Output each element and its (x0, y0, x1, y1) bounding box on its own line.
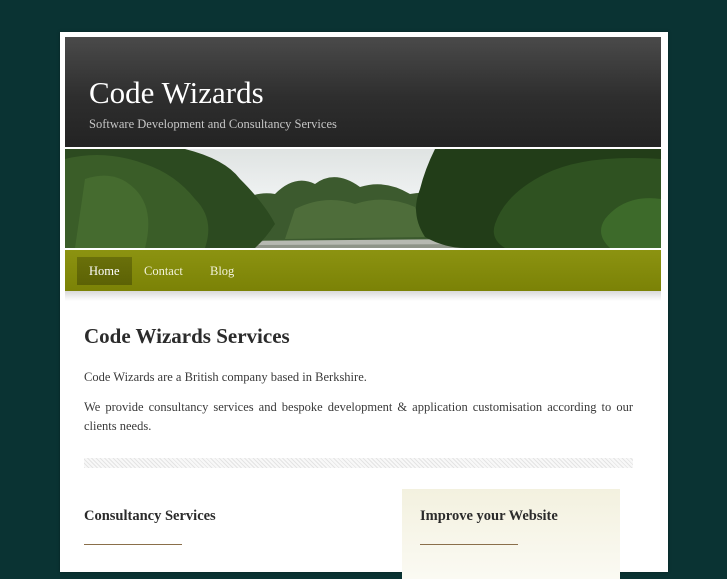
nav-item-blog[interactable]: Blog (210, 257, 234, 285)
site-header: Code Wizards Software Development and Co… (65, 37, 661, 147)
section-divider (84, 458, 633, 468)
nav-item-home[interactable]: Home (77, 257, 132, 285)
nav-shadow (65, 291, 661, 301)
consultancy-heading: Consultancy Services (84, 508, 216, 524)
page-title: Code Wizards Services (84, 324, 290, 348)
improve-website-heading: Improve your Website (420, 508, 558, 524)
nav-item-contact[interactable]: Contact (144, 257, 183, 285)
services-paragraph: We provide consultancy services and besp… (84, 400, 633, 433)
site-title[interactable]: Code Wizards (89, 77, 264, 108)
page-inner: Code Wizards Software Development and Co… (65, 37, 661, 301)
intro-paragraph: Code Wizards are a British company based… (84, 370, 367, 384)
page-container: Code Wizards Software Development and Co… (60, 32, 668, 579)
river-landscape-photo (65, 149, 661, 248)
sidebar-box (402, 489, 620, 579)
header-banner-image (65, 149, 661, 248)
main-navigation: Home Contact Blog (65, 250, 661, 291)
site-tagline: Software Development and Consultancy Ser… (89, 117, 337, 131)
